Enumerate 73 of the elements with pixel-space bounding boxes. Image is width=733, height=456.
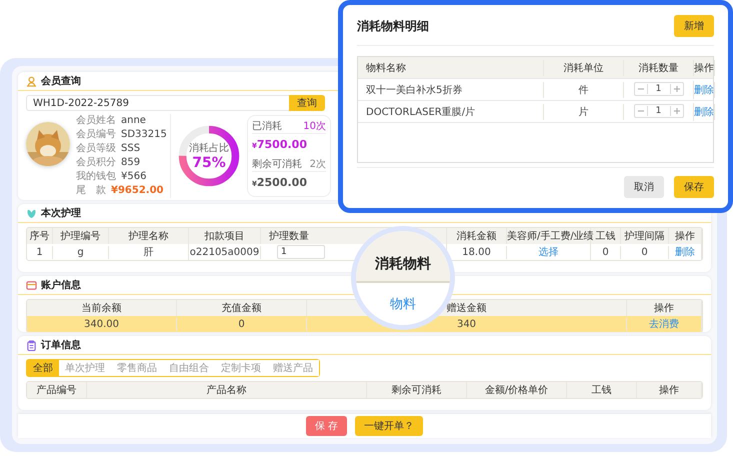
save-button[interactable]: 保存 — [674, 176, 714, 198]
table-cell: 双十一美白补水5折券 — [358, 82, 544, 98]
table-cell: 肝 — [109, 244, 189, 260]
field-label: 会员编号 — [76, 128, 116, 142]
search-button[interactable]: 查询 — [289, 95, 325, 111]
section-title: 本次护理 — [41, 206, 81, 220]
delete-link[interactable]: 删除 — [675, 247, 695, 258]
column-header: 剩余可消耗 — [367, 382, 467, 398]
donut-gauge — [176, 123, 242, 189]
field-label: 会员等级 — [76, 142, 116, 156]
column-header: 护理名称 — [109, 228, 189, 244]
table-cell: g — [53, 246, 109, 258]
stat-count: 10次 — [303, 120, 326, 133]
column-header: 扣款项目 — [189, 228, 261, 244]
column-header: 操作 — [669, 228, 702, 244]
field-value: ¥566 — [121, 170, 146, 184]
table-cell: 0 — [177, 318, 307, 330]
field-value: ¥9652.00 — [111, 184, 164, 198]
table-cell: 件 — [544, 82, 624, 98]
table-cell: 340.00 — [27, 318, 177, 330]
quantity-field[interactable]: 1 — [277, 245, 325, 259]
column-header: 操作 — [694, 60, 715, 76]
section-title: 会员查询 — [41, 74, 81, 88]
stat-count: 2次 — [310, 158, 326, 171]
table-cell: 1 — [27, 246, 53, 258]
table-cell: 片 — [544, 104, 624, 120]
user-icon — [26, 76, 37, 86]
column-header: 物料名称 — [358, 60, 544, 76]
field-label: 会员姓名 — [76, 114, 116, 128]
section-title: 订单信息 — [41, 338, 81, 352]
select-link[interactable]: 选择 — [538, 247, 558, 258]
column-header: 金额/价格单价 — [467, 382, 567, 398]
save-button[interactable]: 保 存 — [306, 416, 348, 436]
field-value: anne — [121, 114, 146, 128]
consume-link[interactable]: 去消费 — [649, 319, 679, 330]
column-header: 消耗数量 — [624, 60, 694, 76]
gauge-label: 消耗占比 — [189, 142, 229, 155]
field-label: 我的钱包 — [76, 170, 116, 184]
column-header: 产品编号 — [27, 382, 87, 398]
field-label: 会员积分 — [76, 156, 116, 170]
table-cell: 0 — [621, 246, 669, 258]
search-field[interactable]: WH1D-2022-25789 — [26, 95, 289, 111]
field-value: 859 — [121, 156, 140, 170]
field-label: 尾 款 — [76, 184, 106, 198]
gauge-value: 75% — [192, 155, 226, 171]
table-cell: o22105a0009 — [189, 246, 261, 258]
magnified-header: 消耗物料 — [375, 255, 431, 273]
clipboard-icon — [26, 340, 37, 350]
field-value: SD33215 — [121, 128, 167, 142]
cancel-button[interactable]: 取消 — [624, 176, 664, 198]
column-header: 护理间隔 — [621, 228, 669, 244]
stat-label: 剩余可消耗 — [252, 158, 302, 171]
add-button[interactable]: 新增 — [674, 15, 714, 37]
dialog-title: 消耗物料明细 — [357, 18, 429, 34]
column-header: 美容师/手工费/业绩 — [507, 228, 591, 244]
quick-order-button[interactable]: 一键开单？ — [355, 416, 424, 436]
column-header: 序号 — [27, 228, 53, 244]
table-cell: 0 — [591, 246, 621, 258]
filter-tab[interactable]: 全部 — [27, 360, 59, 376]
column-header: 产品名称 — [87, 382, 367, 398]
field-value: SSS — [121, 142, 140, 156]
table-cell: DOCTORLASER重膜/片 — [358, 104, 544, 120]
delete-link[interactable]: 删除 — [694, 84, 714, 96]
section-title: 账户信息 — [41, 278, 81, 292]
column-header: 工钱 — [567, 382, 637, 398]
quantity-stepper[interactable]: 1 — [634, 104, 684, 118]
column-header: 护理编号 — [53, 228, 109, 244]
card-icon — [26, 280, 37, 290]
column-header: 操作 — [637, 382, 702, 398]
quantity-stepper[interactable]: 1 — [634, 82, 684, 96]
column-header: 消耗单位 — [544, 60, 624, 76]
stat-label: 已消耗 — [252, 120, 282, 133]
delete-link[interactable]: 删除 — [694, 106, 714, 118]
